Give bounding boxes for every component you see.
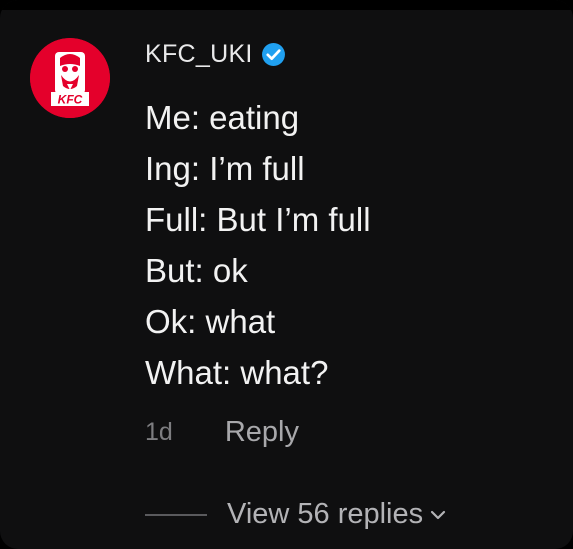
avatar[interactable]: KFC xyxy=(30,38,110,118)
verified-check-icon xyxy=(261,43,285,66)
comment-line: What: what? xyxy=(145,354,329,391)
top-edge xyxy=(0,0,573,10)
comment-text: Me: eating Ing: I’m full Full: But I’m f… xyxy=(145,92,371,398)
comment-line: Full: But I’m full xyxy=(145,201,371,238)
avatar-label: KFC xyxy=(58,93,83,107)
comment-line: Ok: what xyxy=(145,303,276,340)
comment-line: Ing: I’m full xyxy=(145,150,305,187)
comment-line: But: ok xyxy=(145,252,248,289)
reply-button[interactable]: Reply xyxy=(225,416,299,449)
comment-line: Me: eating xyxy=(145,99,300,136)
chevron-down-icon xyxy=(431,510,446,519)
comment-card: KFC KFC_UKI Me: eating Ing: I’m full Ful… xyxy=(0,0,573,549)
author-name[interactable]: KFC_UKI xyxy=(145,40,253,69)
view-replies-label: View 56 replies xyxy=(227,498,424,530)
comment-meta: 1d Reply xyxy=(145,416,299,449)
author-row: KFC_UKI xyxy=(145,40,286,69)
kfc-logo-icon: KFC xyxy=(30,38,110,118)
view-replies-button[interactable]: View 56 replies xyxy=(145,498,447,531)
replies-divider xyxy=(145,513,207,516)
timestamp: 1d xyxy=(145,418,173,446)
